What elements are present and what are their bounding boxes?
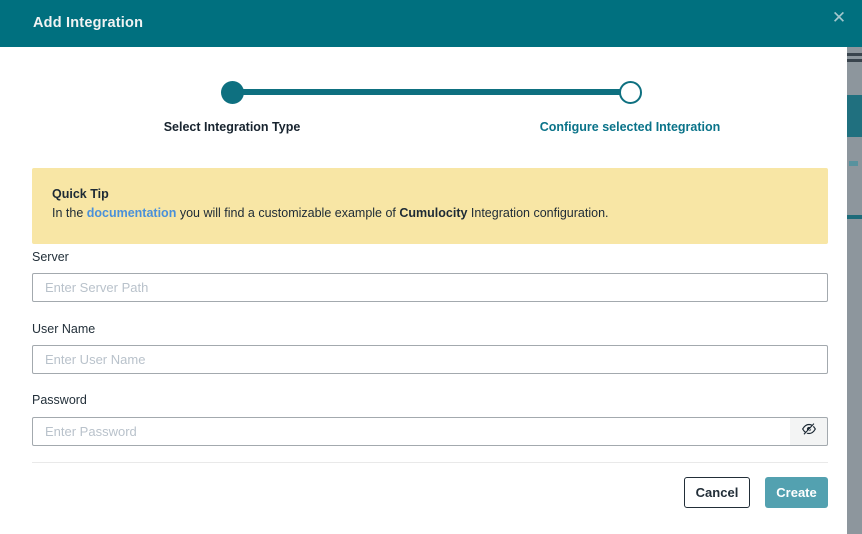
stepper-label-step2: Configure selected Integration xyxy=(520,120,740,134)
create-button[interactable]: Create xyxy=(765,477,828,508)
modal-body: Select Integration Type Configure select… xyxy=(0,47,847,534)
quick-tip-title: Quick Tip xyxy=(52,187,808,201)
tip-text-middle: you will find a customizable example of xyxy=(176,206,399,220)
background-decoration xyxy=(847,95,862,137)
eye-off-icon xyxy=(801,421,817,442)
background-decoration xyxy=(849,161,858,166)
server-input[interactable] xyxy=(32,273,828,302)
documentation-link[interactable]: documentation xyxy=(87,206,177,220)
quick-tip-banner: Quick Tip In the documentation you will … xyxy=(32,168,828,244)
stepper-connector-line xyxy=(232,89,630,95)
footer-divider xyxy=(32,462,828,463)
close-icon[interactable]: ✕ xyxy=(827,6,851,30)
stepper-label-step1: Select Integration Type xyxy=(122,120,342,134)
username-input[interactable] xyxy=(32,345,828,374)
password-field-label: Password xyxy=(32,393,87,407)
add-integration-dialog: Add Integration ✕ Select Integration Typ… xyxy=(0,0,862,534)
tip-text-prefix: In the xyxy=(52,206,87,220)
tip-product-name: Cumulocity xyxy=(399,206,467,220)
server-field-label: Server xyxy=(32,250,69,264)
background-decoration xyxy=(847,53,862,56)
background-decoration xyxy=(847,215,862,219)
username-field-label: User Name xyxy=(32,322,95,336)
modal-header: Add Integration ✕ xyxy=(0,0,862,47)
password-input[interactable] xyxy=(32,417,791,446)
modal-title: Add Integration xyxy=(33,0,143,47)
stepper-dot-step1 xyxy=(221,81,244,104)
background-page-strip xyxy=(847,47,862,534)
tip-text-suffix: Integration configuration. xyxy=(467,206,608,220)
toggle-password-visibility-button[interactable] xyxy=(790,417,828,446)
quick-tip-text: In the documentation you will find a cus… xyxy=(52,206,808,220)
stepper-dot-step2 xyxy=(619,81,642,104)
cancel-button[interactable]: Cancel xyxy=(684,477,750,508)
background-decoration xyxy=(847,59,862,62)
